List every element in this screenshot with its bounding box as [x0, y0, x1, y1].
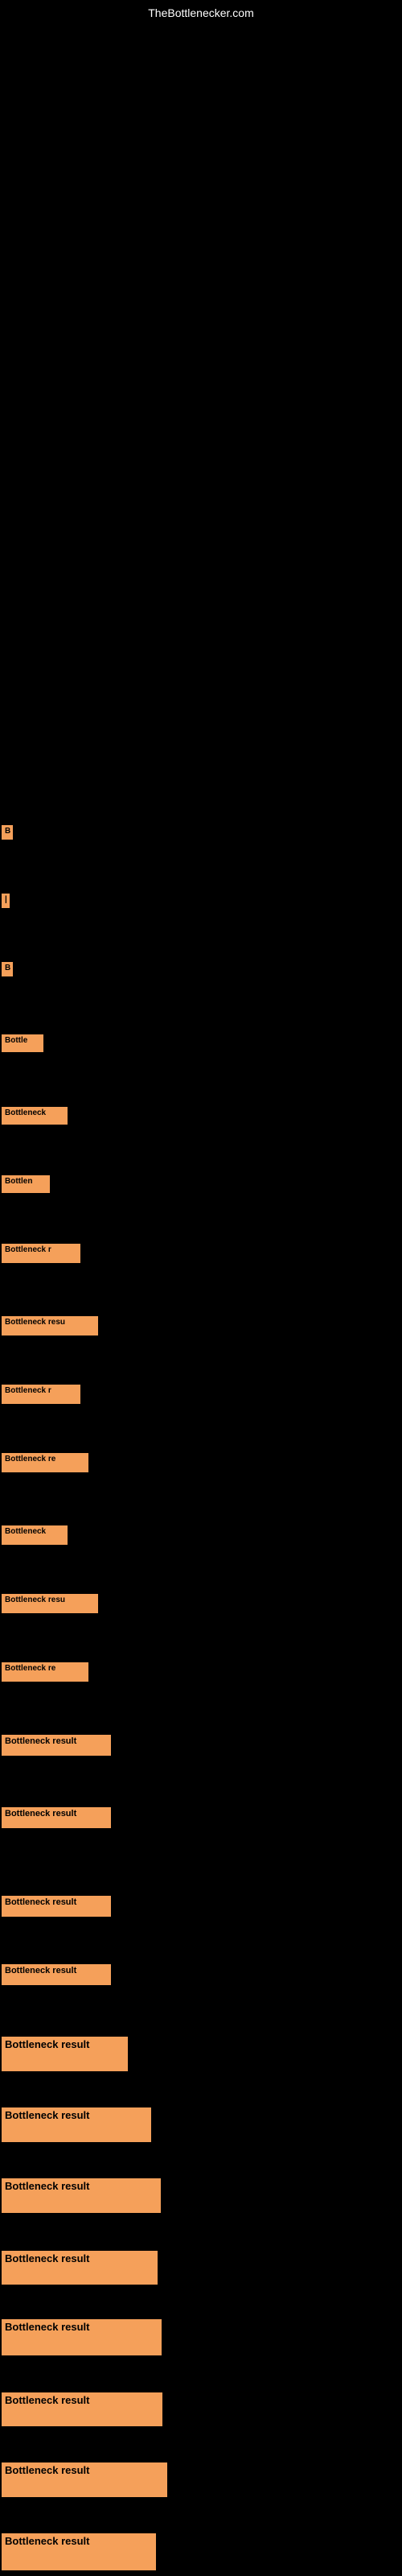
bottleneck-result-label: Bottleneck result	[2, 2462, 167, 2497]
bottleneck-result-label: Bottleneck result	[2, 1896, 111, 1917]
bottleneck-result-label: Bottleneck re	[2, 1453, 88, 1472]
bottleneck-result-label: Bottleneck result	[2, 2319, 162, 2355]
bottleneck-result-label: Bottleneck result	[2, 2533, 156, 2570]
site-title: TheBottlenecker.com	[148, 6, 254, 19]
bottleneck-result-label: Bottle	[2, 1034, 43, 1052]
bottleneck-result-label: Bottleneck result	[2, 1735, 111, 1756]
bottleneck-result-label: Bottleneck result	[2, 2251, 158, 2285]
bottleneck-result-label: Bottleneck result	[2, 2392, 162, 2426]
bottleneck-result-label: Bottleneck re	[2, 1662, 88, 1682]
bottleneck-result-label: Bottleneck resu	[2, 1594, 98, 1613]
bottleneck-result-label: Bottleneck result	[2, 1807, 111, 1828]
bottleneck-result-label: Bottleneck resu	[2, 1316, 98, 1335]
bottleneck-result-label: Bottleneck r	[2, 1244, 80, 1263]
bottleneck-result-label: Bottleneck	[2, 1107, 68, 1125]
bottleneck-result-label: Bottleneck result	[2, 2037, 128, 2071]
bottleneck-result-label: Bottleneck result	[2, 2178, 161, 2213]
bottleneck-result-label: Bottleneck	[2, 1525, 68, 1545]
bottleneck-result-label: Bottleneck result	[2, 1964, 111, 1985]
bottleneck-result-label: Bottleneck r	[2, 1385, 80, 1404]
bottleneck-result-label: B	[2, 962, 13, 976]
bottleneck-result-label: Bottleneck result	[2, 2107, 151, 2142]
bottleneck-result-label: |	[2, 894, 10, 908]
bottleneck-result-label: Bottlen	[2, 1175, 50, 1193]
bottleneck-result-label: B	[2, 825, 13, 840]
